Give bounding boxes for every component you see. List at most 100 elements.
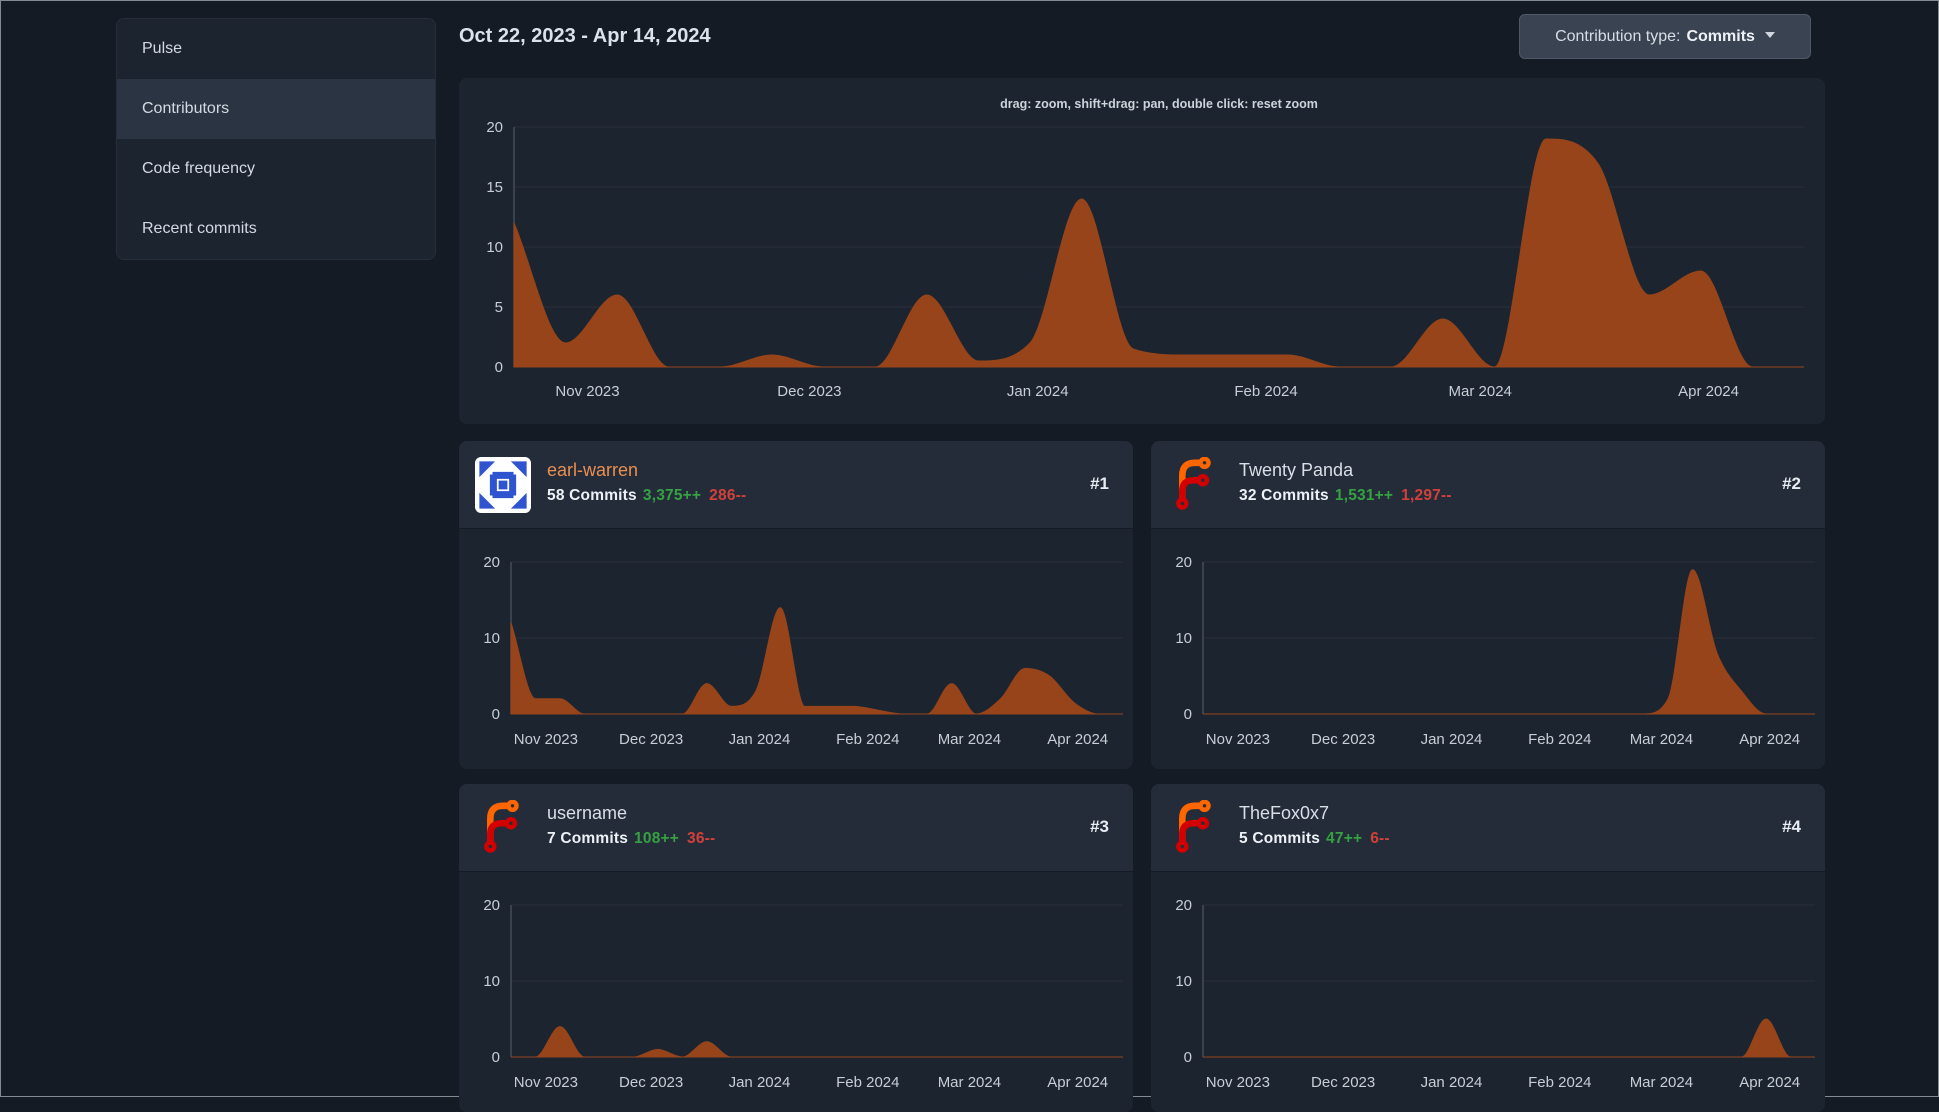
additions-count: 3,375++ — [642, 487, 702, 504]
x-axis-month-label: Feb 2024 — [836, 731, 899, 748]
contributor-avatar — [1167, 456, 1223, 513]
contribution-type-dropdown[interactable]: Contribution type: Commits — [1519, 14, 1811, 59]
contributor-avatar — [1167, 799, 1223, 856]
additions-count: 108++ — [634, 830, 680, 847]
deletions-count: 36-- — [687, 830, 716, 847]
x-axis-month-label: Dec 2023 — [777, 383, 841, 400]
contributor-stats: 5 Commits 47++ 6-- — [1239, 830, 1390, 848]
x-axis-month-label: Apr 2024 — [1739, 1074, 1800, 1091]
additions-count: 47++ — [1326, 830, 1363, 847]
sidebar-item-pulse[interactable]: Pulse — [117, 19, 435, 79]
commit-count: 5 Commits — [1239, 830, 1321, 847]
x-axis-month-label: Jan 2024 — [1421, 1074, 1483, 1091]
contributor-avatar — [475, 457, 531, 513]
contributor-rank-badge: #4 — [1782, 817, 1801, 836]
commits-area-path — [1203, 569, 1815, 715]
y-axis-tick-label: 10 — [483, 630, 500, 647]
x-axis-month-label: Nov 2023 — [555, 383, 619, 400]
contributor-rank-badge: #3 — [1090, 817, 1109, 836]
deletions-count: 1,297-- — [1401, 487, 1452, 504]
contributor-stats: 58 Commits 3,375++ 286-- — [547, 487, 746, 505]
x-axis-month-label: Mar 2024 — [938, 1074, 1001, 1091]
contribution-type-value: Commits — [1686, 27, 1755, 45]
x-axis-month-label: Mar 2024 — [938, 731, 1001, 748]
contribution-type-label: Contribution type: — [1555, 27, 1681, 45]
x-axis-month-label: Feb 2024 — [836, 1074, 899, 1091]
y-axis-tick-label: 10 — [483, 973, 500, 990]
forgejo-logo-avatar — [1176, 799, 1211, 853]
contributor-card-header: username 7 Commits 108++ 36-- #3 — [459, 784, 1133, 872]
y-axis-tick-label: 10 — [1175, 973, 1192, 990]
sidebar-item-contributors[interactable]: Contributors — [117, 79, 435, 139]
y-axis-tick-label: 20 — [483, 897, 500, 914]
deletions-count: 286-- — [709, 487, 747, 504]
contributor-stats: 7 Commits 108++ 36-- — [547, 830, 715, 848]
y-axis-tick-label: 0 — [1184, 706, 1192, 723]
x-axis-month-label: Jan 2024 — [1421, 731, 1483, 748]
contributor-card-header: earl-warren 58 Commits 3,375++ 286-- #1 — [459, 441, 1133, 529]
contributor-name-link[interactable]: earl-warren — [547, 460, 638, 481]
y-axis-tick-label: 20 — [483, 554, 500, 571]
commit-count: 32 Commits — [1239, 487, 1329, 504]
commit-count: 7 Commits — [547, 830, 629, 847]
contributor-name-link[interactable]: username — [547, 803, 627, 824]
contributor-card-3: 0 10 20 Nov 2023 Dec 2023 Jan 2024 Feb 2024 Mar… — [459, 784, 1133, 1112]
x-axis-month-label: Apr 2024 — [1047, 1074, 1108, 1091]
y-axis-tick-label: 10 — [486, 239, 503, 256]
contributors-page: { "sidebar": { "items": [ { "label": "Pu… — [0, 0, 1939, 1112]
x-axis-month-label: Apr 2024 — [1678, 383, 1739, 400]
x-axis-month-label: Dec 2023 — [1311, 731, 1375, 748]
x-axis-month-label: Nov 2023 — [1206, 1074, 1270, 1091]
contributor-name-link[interactable]: TheFox0x7 — [1239, 803, 1329, 824]
x-axis-month-label: Mar 2024 — [1449, 383, 1512, 400]
sidebar-item-recent-commits[interactable]: Recent commits — [117, 199, 435, 259]
x-axis-month-label: Apr 2024 — [1739, 731, 1800, 748]
y-axis-tick-label: 0 — [492, 1049, 500, 1066]
x-axis-month-label: Nov 2023 — [514, 1074, 578, 1091]
commits-area-path — [511, 1026, 1123, 1058]
forgejo-logo-avatar — [484, 799, 519, 853]
x-axis-month-label: Mar 2024 — [1630, 731, 1693, 748]
x-axis-month-label: Dec 2023 — [619, 1074, 683, 1091]
y-axis-tick-label: 0 — [492, 706, 500, 723]
date-range-title: Oct 22, 2023 - Apr 14, 2024 — [459, 25, 711, 47]
x-axis-month-label: Nov 2023 — [514, 731, 578, 748]
contributor-card-header: TheFox0x7 5 Commits 47++ 6-- #4 — [1151, 784, 1825, 872]
x-axis-month-label: Feb 2024 — [1234, 383, 1297, 400]
x-axis-month-label: Feb 2024 — [1528, 1074, 1591, 1091]
x-axis-month-label: Nov 2023 — [1206, 731, 1270, 748]
chevron-down-icon — [1764, 31, 1775, 38]
y-axis-tick-label: 20 — [1175, 897, 1192, 914]
sidebar-item-code-frequency[interactable]: Code frequency — [117, 139, 435, 199]
commits-area-path — [510, 607, 1123, 715]
x-axis-month-label: Dec 2023 — [619, 731, 683, 748]
y-axis-tick-label: 10 — [1175, 630, 1192, 647]
commit-count: 58 Commits — [547, 487, 637, 504]
contributor-stats: 32 Commits 1,531++ 1,297-- — [1239, 487, 1452, 505]
contributor-name-link[interactable]: Twenty Panda — [1239, 460, 1353, 481]
total-commits-area-chart[interactable]: 0 5 10 15 20 Nov 2023 Dec 2023 Jan 2024 Feb 2024… — [459, 78, 1825, 424]
repo-activity-sidebar: Pulse Contributors Code frequency Recent co… — [116, 18, 436, 260]
commits-area-path — [1203, 1018, 1815, 1058]
y-axis-tick-label: 20 — [1175, 554, 1192, 571]
y-axis-tick-label: 20 — [486, 119, 503, 136]
x-axis-month-label: Jan 2024 — [729, 1074, 791, 1091]
additions-count: 1,531++ — [1334, 487, 1394, 504]
x-axis-month-label: Apr 2024 — [1047, 731, 1108, 748]
y-axis-tick-label: 5 — [495, 299, 503, 316]
deletions-count: 6-- — [1370, 830, 1390, 847]
main-commits-chart-card: drag: zoom, shift+drag: pan, double clic… — [459, 78, 1825, 424]
identicon-avatar-image — [475, 457, 531, 513]
contributor-card-header: Twenty Panda 32 Commits 1,531++ 1,297-- #2 — [1151, 441, 1825, 529]
x-axis-month-label: Jan 2024 — [1007, 383, 1069, 400]
contributor-card-4: 0 10 20 Nov 2023 Dec 2023 Jan 2024 Feb 2024 Mar… — [1151, 784, 1825, 1112]
contributor-avatar — [475, 799, 531, 856]
contributor-card-2: 0 10 20 Nov 2023 Dec 2023 Jan 2024 Feb 2024 Mar… — [1151, 441, 1825, 769]
x-axis-month-label: Dec 2023 — [1311, 1074, 1375, 1091]
x-axis-month-label: Feb 2024 — [1528, 731, 1591, 748]
contributor-rank-badge: #2 — [1782, 474, 1801, 493]
y-axis-tick-label: 0 — [495, 359, 503, 376]
y-axis-tick-label: 15 — [486, 179, 503, 196]
x-axis-month-label: Jan 2024 — [729, 731, 791, 748]
x-axis-month-label: Mar 2024 — [1630, 1074, 1693, 1091]
